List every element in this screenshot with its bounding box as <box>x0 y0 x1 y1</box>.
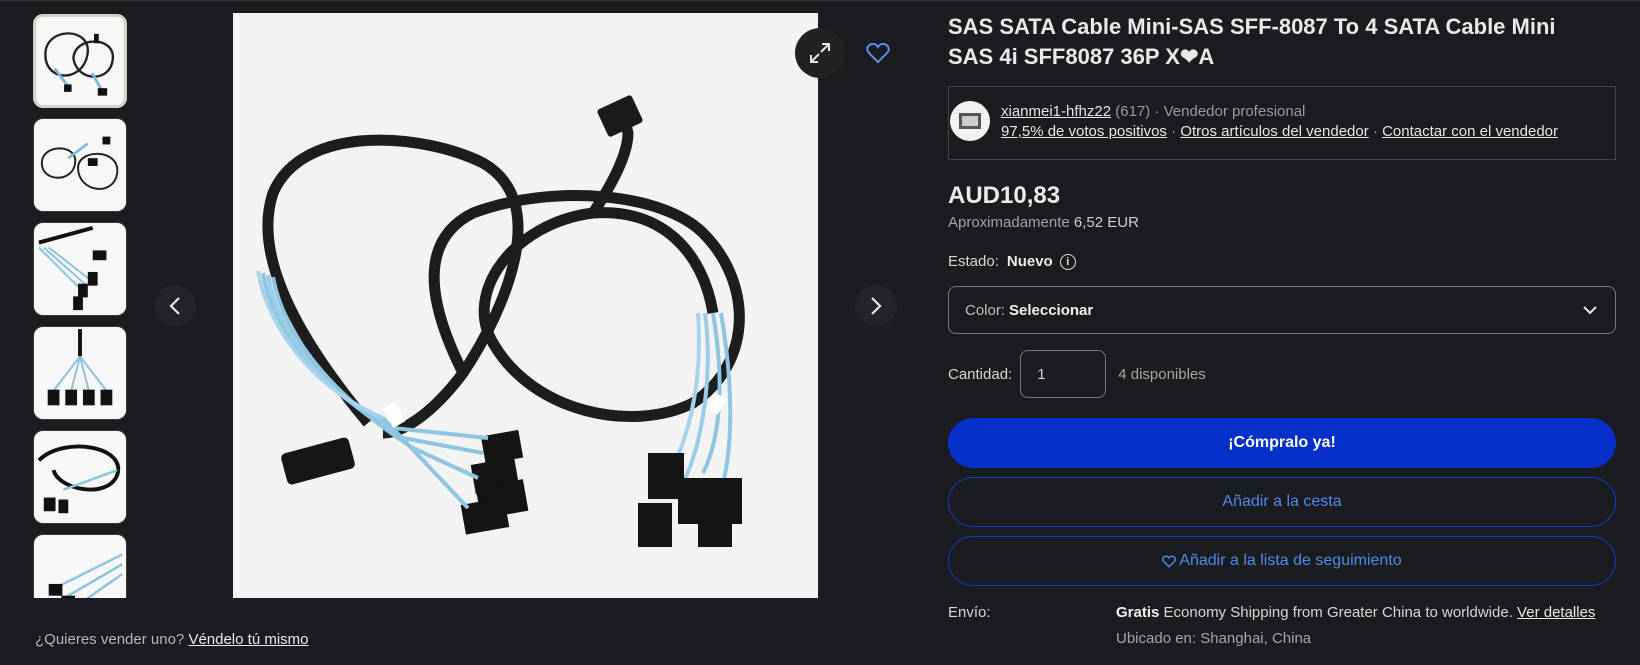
thumbnail-4[interactable] <box>33 326 127 420</box>
chevron-down-icon <box>1583 306 1597 315</box>
store-icon <box>959 113 981 129</box>
quantity-input[interactable] <box>1020 350 1107 398</box>
shipping-free: Gratis <box>1116 604 1160 621</box>
info-icon[interactable]: i <box>1059 253 1076 270</box>
shipping-detail: Gratis Economy Shipping from Greater Chi… <box>1116 604 1595 621</box>
expand-image-button[interactable] <box>795 28 845 78</box>
approx-value: 6,52 EUR <box>1073 214 1139 231</box>
seller-feedback-count: (617) <box>1115 103 1151 120</box>
color-select-value: Seleccionar <box>1009 301 1094 319</box>
shipping-label: Envío: <box>948 604 991 621</box>
chevron-left-icon <box>169 297 180 315</box>
add-to-watchlist-button[interactable]: Añadir a la lista de seguimiento <box>948 536 1616 586</box>
thumbnail-2[interactable] <box>33 118 127 212</box>
top-divider <box>0 0 1640 1</box>
shipping-details-link[interactable]: Ver detalles <box>1517 604 1595 621</box>
approx-label: Aproximadamente <box>948 214 1070 231</box>
separator: · <box>1372 123 1378 140</box>
quantity-label: Cantidad: <box>948 365 1013 383</box>
thumbnail-6[interactable] <box>33 534 127 598</box>
condition-row: Estado: Nuevo i <box>948 253 1616 270</box>
buy-now-button[interactable]: ¡Cómpralo ya! <box>948 418 1616 468</box>
heart-icon <box>866 42 890 64</box>
product-details: SAS SATA Cable Mini-SAS SFF-8087 To 4 SA… <box>948 12 1616 664</box>
seller-card: xianmei1-hfhz22 (617) · Vendedor profesi… <box>948 86 1616 160</box>
price: AUD10,83 <box>948 182 1061 209</box>
seller-avatar[interactable] <box>950 101 990 141</box>
separator: · <box>1154 103 1160 120</box>
shipping-section: Envío: Gratis Economy Shipping from Grea… <box>948 604 1616 664</box>
condition-label: Estado: <box>948 253 999 270</box>
color-select[interactable]: Color: Seleccionar <box>948 286 1616 334</box>
quantity-row: Cantidad: 4 disponibles <box>948 350 1616 398</box>
seller-name-link[interactable]: xianmei1-hfhz22 <box>1001 103 1111 120</box>
expand-icon <box>810 43 830 63</box>
sell-prompt: ¿Quieres vender uno? Véndelo tú mismo <box>35 631 309 648</box>
sell-question: ¿Quieres vender uno? <box>35 631 185 648</box>
seller-other-items-link[interactable]: Otros artículos del vendedor <box>1180 123 1368 140</box>
seller-feedback-link[interactable]: 97,5% de votos positivos <box>1001 123 1167 140</box>
heart-icon <box>1162 554 1177 568</box>
product-title: SAS SATA Cable Mini-SAS SFF-8087 To 4 SA… <box>948 14 1556 69</box>
seller-links: 97,5% de votos positivos · Otros artícul… <box>1001 123 1558 140</box>
favorite-button[interactable] <box>853 28 903 78</box>
color-select-label: Color: <box>965 301 1006 319</box>
main-product-image[interactable] <box>233 13 818 598</box>
quantity-available: 4 disponibles <box>1118 365 1206 383</box>
shipping-method: Economy Shipping from Greater China to w… <box>1163 604 1513 621</box>
listing-page: ¿Quieres vender uno? Véndelo tú mismo SA… <box>0 0 1640 665</box>
thumbnail-1[interactable] <box>33 14 127 108</box>
thumbnail-5[interactable] <box>33 430 127 524</box>
item-location: Ubicado en: Shanghai, China <box>1116 630 1312 647</box>
condition-value: Nuevo <box>1006 253 1053 270</box>
sell-link[interactable]: Véndelo tú mismo <box>188 631 308 648</box>
previous-image-button[interactable] <box>154 285 196 327</box>
approx-price: Aproximadamente 6,52 EUR <box>948 214 1616 231</box>
chevron-right-icon <box>871 297 882 315</box>
thumbnail-3[interactable] <box>33 222 127 316</box>
thumbnail-strip <box>33 14 129 598</box>
add-to-cart-button[interactable]: Añadir a la cesta <box>948 477 1616 527</box>
separator: · <box>1171 123 1177 140</box>
contact-seller-link[interactable]: Contactar con el vendedor <box>1382 123 1558 140</box>
next-image-button[interactable] <box>855 285 897 327</box>
seller-info: xianmei1-hfhz22 (617) · Vendedor profesi… <box>1001 103 1305 120</box>
watchlist-label: Añadir a la lista de seguimiento <box>1179 552 1402 569</box>
seller-type: Vendedor profesional <box>1163 103 1306 120</box>
